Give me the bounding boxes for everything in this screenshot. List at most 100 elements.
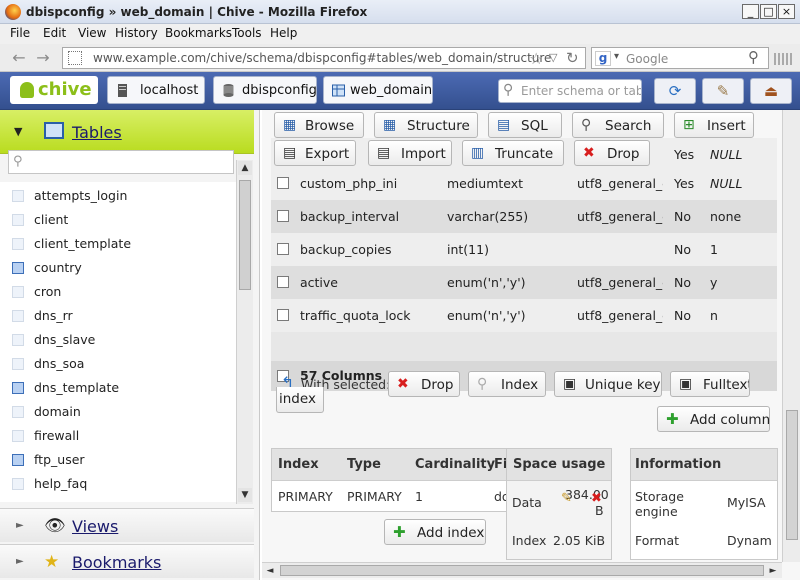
scrollbar-thumb[interactable]	[786, 410, 798, 540]
main-horizontal-scrollbar[interactable]: ◄ ►	[262, 562, 782, 578]
row-checkbox[interactable]	[277, 243, 289, 255]
logout-icon[interactable]: ⏏	[750, 78, 792, 104]
menu-view[interactable]: View	[78, 26, 106, 40]
maximize-button[interactable]: □	[760, 4, 777, 19]
back-icon[interactable]: ←	[10, 49, 28, 67]
menu-file[interactable]: File	[10, 26, 30, 40]
breadcrumb-server[interactable]: localhost	[107, 76, 205, 104]
main-vertical-scrollbar[interactable]	[782, 110, 800, 562]
unique-key-button[interactable]: ▣ Unique key	[554, 371, 662, 397]
table-list-item[interactable]: country	[12, 258, 232, 278]
search-go-icon[interactable]: ⚲	[748, 48, 759, 66]
table-list-item[interactable]: dns_slave	[12, 330, 232, 350]
close-button[interactable]: ×	[778, 4, 795, 19]
row-checkbox[interactable]	[277, 210, 289, 222]
site-identity-icon[interactable]	[68, 51, 82, 65]
breadcrumb-schema[interactable]: dbispconfig	[213, 76, 317, 104]
edit-icon[interactable]: ✎	[702, 78, 744, 104]
table-list-item[interactable]: client	[12, 210, 232, 230]
table-name[interactable]: help_faq	[34, 476, 87, 491]
bookmarks-label[interactable]: Bookmarks	[72, 553, 161, 572]
scroll-left-icon[interactable]: ◄	[263, 564, 277, 578]
tables-section-header[interactable]: ▼ Tables	[0, 110, 254, 154]
minimize-button[interactable]: _	[742, 4, 759, 19]
table-name[interactable]: client	[34, 212, 68, 227]
table-name[interactable]: dns_soa	[34, 356, 84, 371]
truncate-button[interactable]: ▥ Truncate	[462, 140, 564, 166]
search-engine-icon[interactable]: g	[595, 51, 611, 66]
menu-edit[interactable]: Edit	[43, 26, 66, 40]
table-list-item[interactable]: dns_soa	[12, 354, 232, 374]
add-column-button[interactable]: ✚ Add column	[657, 406, 770, 432]
url-bar[interactable]: www.example.com/chive/schema/dbispconfig…	[62, 47, 586, 69]
drop-columns-button[interactable]: ✖ Drop	[388, 371, 460, 397]
table-list-item[interactable]: dns_template	[12, 378, 232, 398]
chive-logo[interactable]: chive	[10, 76, 98, 104]
views-label[interactable]: Views	[72, 517, 118, 536]
forward-icon[interactable]: →	[34, 49, 52, 67]
fulltext-index-overflow[interactable]: index	[276, 387, 324, 413]
reload-icon[interactable]: ↻	[566, 49, 579, 67]
row-checkbox[interactable]	[277, 276, 289, 288]
table-list-item[interactable]: ftp_user	[12, 450, 232, 470]
row-checkbox[interactable]	[277, 309, 289, 321]
add-index-button[interactable]: ✚ Add index	[384, 519, 486, 545]
table-name[interactable]: dns_slave	[34, 332, 95, 347]
index-button[interactable]: ⚲ Index	[468, 371, 546, 397]
table-list-item[interactable]: cron	[12, 282, 232, 302]
scroll-right-icon[interactable]: ►	[766, 564, 780, 578]
search-button[interactable]: ⚲ Search	[572, 112, 664, 138]
menu-history[interactable]: History	[115, 26, 158, 40]
refresh-button[interactable]: ⟳	[654, 78, 696, 104]
export-button[interactable]: ▤ Export	[274, 140, 356, 166]
table-row[interactable]: active enum('n','y') utf8_general_ci No …	[271, 266, 777, 299]
table-list-item[interactable]: firewall	[12, 426, 232, 446]
table-row[interactable]: traffic_quota_lock enum('n','y') utf8_ge…	[271, 299, 777, 332]
menu-help[interactable]: Help	[270, 26, 297, 40]
column-name[interactable]: backup_interval	[300, 209, 399, 224]
fulltext-button[interactable]: ▣ Fulltext	[670, 371, 750, 397]
index-name[interactable]: PRIMARY	[278, 489, 333, 504]
breadcrumb-table[interactable]: web_domain	[323, 76, 433, 104]
table-row[interactable]: backup_interval varchar(255) utf8_genera…	[271, 200, 777, 233]
table-name[interactable]: firewall	[34, 428, 79, 443]
table-list-item[interactable]: domain	[12, 402, 232, 422]
table-list-item[interactable]: dns_rr	[12, 306, 232, 326]
scroll-down-icon[interactable]: ▼	[238, 488, 252, 502]
scroll-up-icon[interactable]: ▲	[238, 161, 252, 175]
sql-button[interactable]: ▤ SQL	[488, 112, 562, 138]
table-name[interactable]: dns_rr	[34, 308, 73, 323]
import-button[interactable]: ▤ Import	[368, 140, 452, 166]
edit-icon[interactable]: ✎	[561, 491, 572, 506]
table-list-item[interactable]: help_faq	[12, 474, 232, 494]
bookmark-star-icon[interactable]: ☆	[529, 49, 543, 68]
insert-button[interactable]: ⊞ Insert	[674, 112, 754, 138]
bookmarks-section-header[interactable]: ► ★ Bookmarks	[0, 544, 254, 578]
table-list-item[interactable]: client_template	[12, 234, 232, 254]
column-name[interactable]: active	[300, 275, 338, 290]
table-name[interactable]: cron	[34, 284, 61, 299]
engine-dropdown-icon[interactable]: ▾	[614, 51, 619, 62]
delete-icon[interactable]: ✖	[591, 491, 602, 506]
scrollbar-thumb[interactable]	[280, 565, 764, 576]
drop-table-button[interactable]: ✖ Drop	[574, 140, 650, 166]
column-name[interactable]: backup_copies	[300, 242, 392, 257]
table-name[interactable]: attempts_login	[34, 188, 127, 203]
table-name[interactable]: country	[34, 260, 82, 275]
column-name[interactable]: traffic_quota_lock	[300, 308, 410, 323]
table-row[interactable]: custom_php_ini mediumtext utf8_general_c…	[271, 167, 777, 200]
table-name[interactable]: ftp_user	[34, 452, 85, 467]
table-name[interactable]: client_template	[34, 236, 131, 251]
web-search-box[interactable]: g ▾ Google ⚲	[591, 47, 769, 69]
column-name[interactable]: custom_php_ini	[300, 176, 397, 191]
table-row[interactable]: backup_copies int(11) No 1	[271, 233, 777, 266]
structure-button[interactable]: ▦ Structure	[374, 112, 478, 138]
tables-label[interactable]: Tables	[72, 123, 122, 142]
menu-bookmarks[interactable]: Bookmarks	[165, 26, 232, 40]
schema-search-input[interactable]: ⚲ Enter schema or table	[498, 79, 642, 103]
sidebar-scrollbar[interactable]: ▲ ▼	[236, 160, 253, 504]
menu-tools[interactable]: Tools	[232, 26, 262, 40]
table-name[interactable]: dns_template	[34, 380, 119, 395]
table-name[interactable]: domain	[34, 404, 81, 419]
row-checkbox[interactable]	[277, 177, 289, 189]
